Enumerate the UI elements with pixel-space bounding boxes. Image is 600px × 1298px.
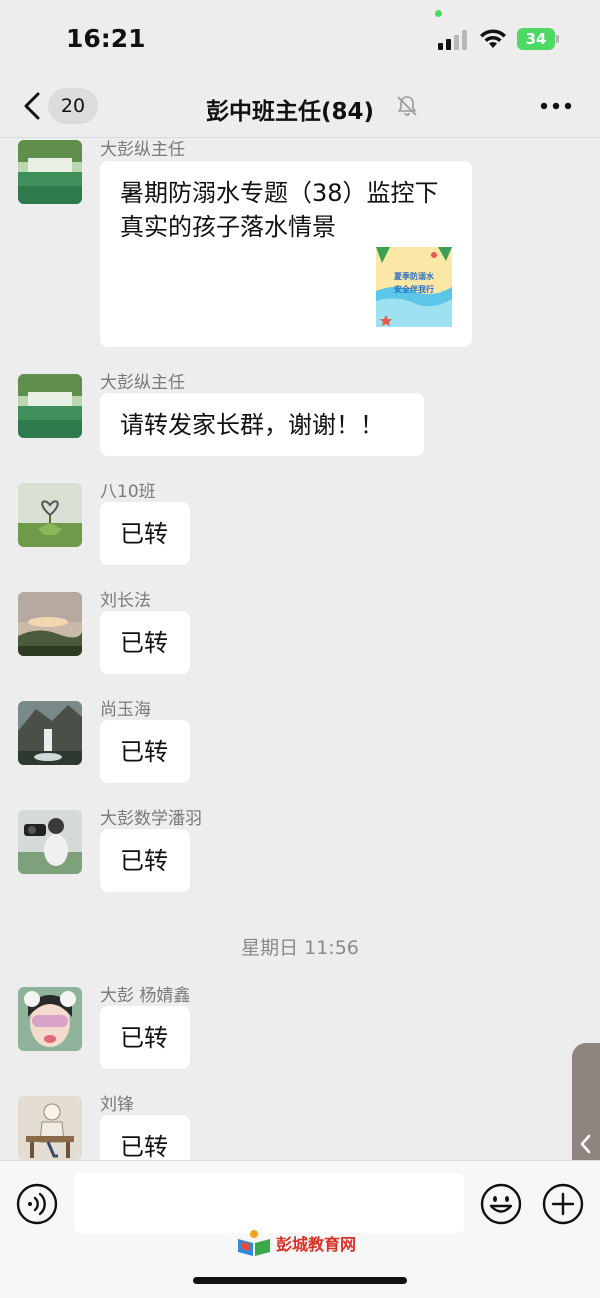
sender-name: 大彭纵主任 xyxy=(100,140,185,160)
avatar[interactable] xyxy=(18,810,82,874)
home-indicator[interactable] xyxy=(193,1277,407,1284)
watermark-text: 彭城教育网 xyxy=(276,1235,357,1254)
article-thumbnail: 夏季防溺水 安全伴我行 xyxy=(376,247,452,327)
message-bubble[interactable]: 暑期防溺水专题（38）监控下真实的孩子落水情景 夏季防溺水 安全伴我行 xyxy=(100,161,472,347)
sender-name: 尚玉海 xyxy=(100,700,151,720)
message-list[interactable]: 大彭纵主任 暑期防溺水专题（38）监控下真实的孩子落水情景 夏季防溺水 安全伴我… xyxy=(0,138,600,1160)
sender-name: 八10班 xyxy=(100,482,156,502)
input-bar: 彭城教育网 xyxy=(0,1160,600,1298)
message-bubble[interactable]: 已转 xyxy=(100,720,190,783)
avatar[interactable] xyxy=(18,701,82,765)
plus-icon[interactable] xyxy=(542,1183,584,1225)
site-watermark: 彭城教育网 xyxy=(236,1229,366,1259)
avatar[interactable] xyxy=(18,374,82,438)
privacy-indicator-dot xyxy=(435,10,442,17)
message-input[interactable] xyxy=(74,1173,464,1233)
thumbnail-title: 夏季防溺水 xyxy=(394,272,434,281)
unread-count-badge[interactable]: 20 xyxy=(48,88,98,124)
voice-icon[interactable] xyxy=(16,1183,58,1225)
emoji-icon[interactable] xyxy=(480,1183,522,1225)
message-bubble[interactable]: 已转 xyxy=(100,1006,190,1069)
message-bubble[interactable]: 已转 xyxy=(100,502,190,565)
message-text: 已转 xyxy=(120,629,168,657)
more-icon[interactable] xyxy=(540,102,572,110)
message-bubble[interactable]: 请转发家长群，谢谢！！ xyxy=(100,393,424,456)
message-text: 已转 xyxy=(120,847,168,875)
status-time: 16:21 xyxy=(66,24,146,53)
sender-name: 刘锋 xyxy=(100,1095,134,1115)
chat-header: 20 彭中班主任(84) xyxy=(0,78,600,138)
message-text: 暑期防溺水专题（38）监控下真实的孩子落水情景 xyxy=(120,179,439,241)
sender-name: 大彭纵主任 xyxy=(100,373,185,393)
chevron-left-icon xyxy=(580,1134,591,1154)
avatar[interactable] xyxy=(18,592,82,656)
chat-title: 彭中班主任(84) xyxy=(206,99,375,125)
sender-name: 刘长法 xyxy=(100,591,151,611)
signal-icon xyxy=(438,30,467,50)
message-bubble[interactable]: 已转 xyxy=(100,1115,190,1160)
message-text: 已转 xyxy=(120,1024,168,1052)
avatar[interactable] xyxy=(18,140,82,204)
avatar[interactable] xyxy=(18,987,82,1051)
avatar[interactable] xyxy=(18,483,82,547)
avatar[interactable] xyxy=(18,1096,82,1160)
message-bubble[interactable]: 已转 xyxy=(100,611,190,674)
sender-name: 大彭 杨婧鑫 xyxy=(100,986,191,1006)
message-text: 请转发家长群，谢谢！！ xyxy=(120,411,384,439)
message-text: 已转 xyxy=(120,520,168,548)
thumbnail-subtitle: 安全伴我行 xyxy=(394,285,434,294)
back-icon[interactable] xyxy=(20,90,44,122)
message-text: 已转 xyxy=(120,1133,168,1160)
timestamp: 星期日 11:56 xyxy=(241,937,359,959)
mute-icon xyxy=(397,96,417,116)
message-text: 已转 xyxy=(120,738,168,766)
status-bar: 16:21 34 xyxy=(0,0,600,78)
message-bubble[interactable]: 已转 xyxy=(100,829,190,892)
sender-name: 大彭数学潘羽 xyxy=(100,809,202,829)
battery-cap xyxy=(556,35,559,43)
battery-indicator: 34 xyxy=(517,28,555,50)
wifi-icon xyxy=(480,29,506,48)
book-logo-icon xyxy=(238,1230,270,1256)
